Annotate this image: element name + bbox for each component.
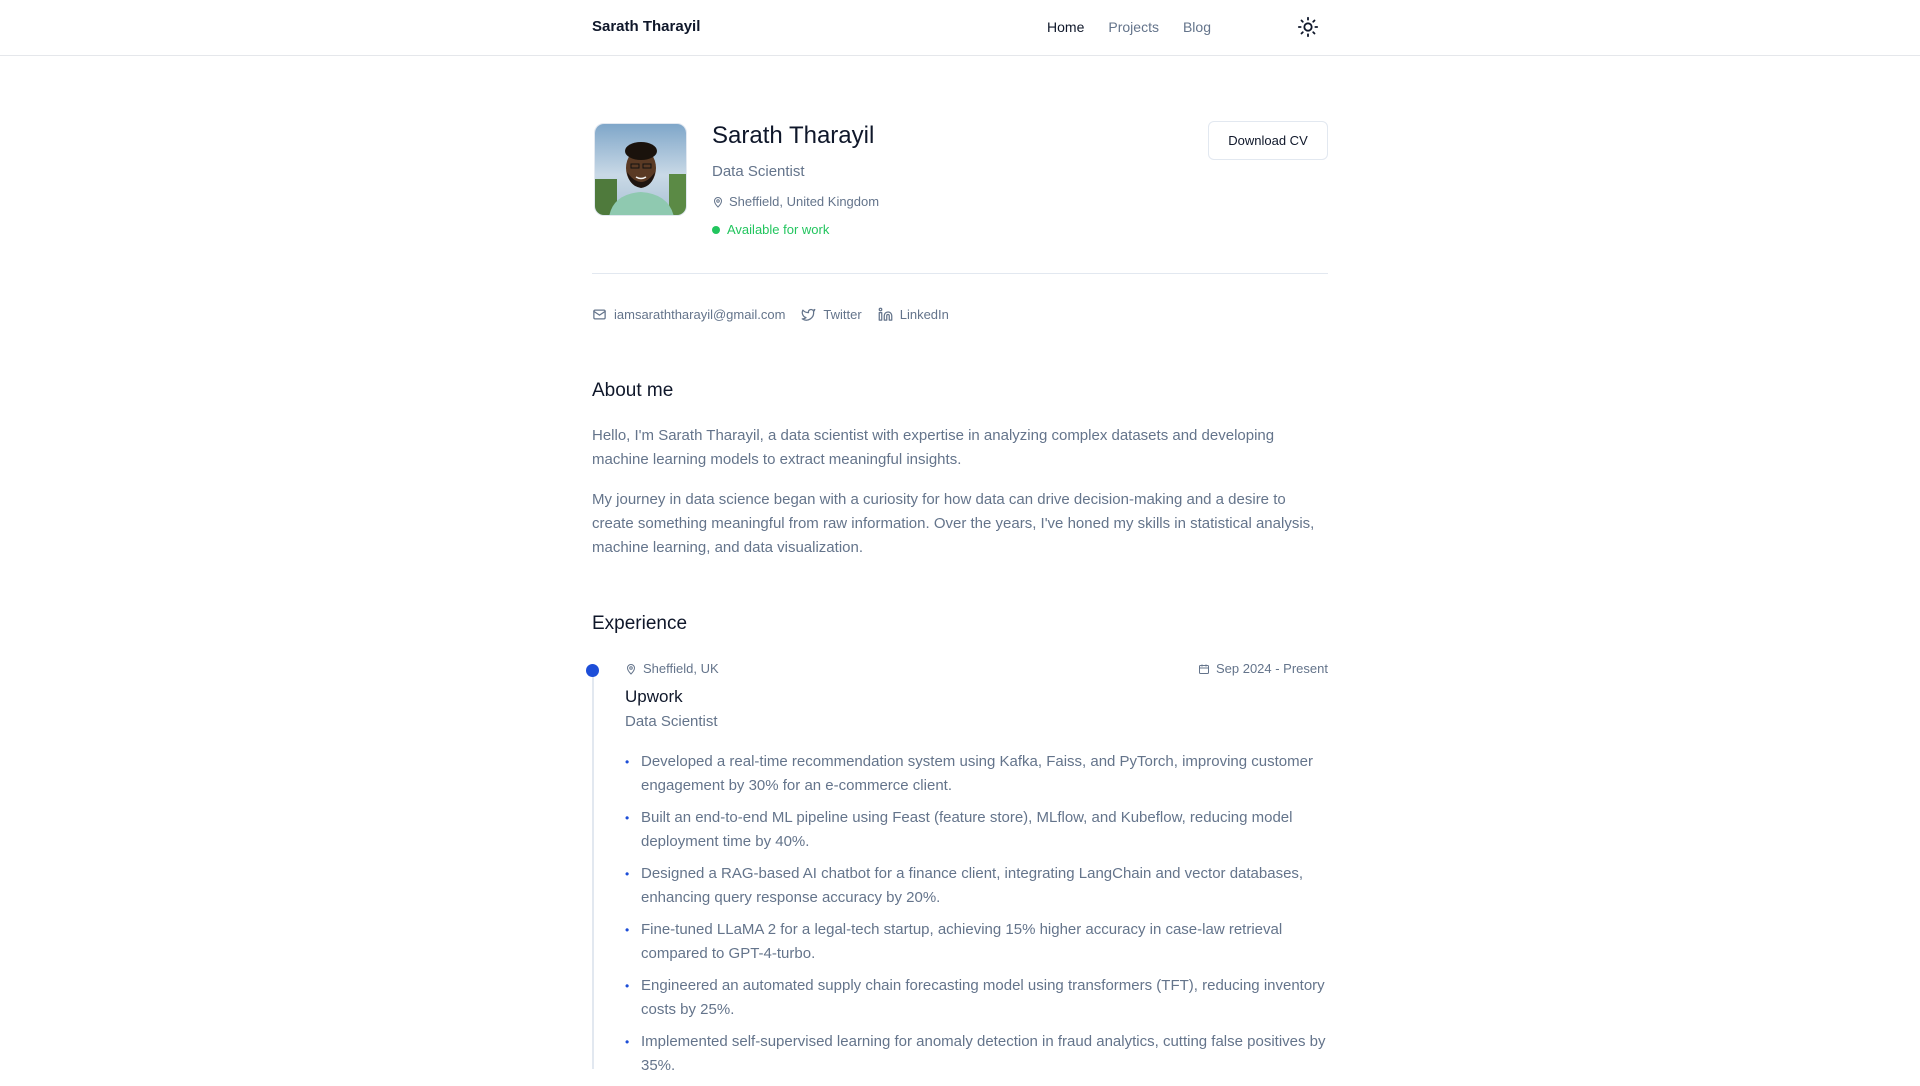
navbar-inner: Sarath Tharayil Home Projects Blog (592, 0, 1327, 56)
top-navbar: Sarath Tharayil Home Projects Blog (0, 0, 1920, 56)
profile-role: Data Scientist (712, 163, 805, 180)
list-item: • Engineered an automated supply chain fo… (625, 974, 1328, 1022)
profile-location-text: Sheffield, United Kingdom (729, 194, 880, 209)
bullet-icon: • (625, 1035, 630, 1049)
avatar (594, 123, 687, 216)
linkedin-icon (878, 307, 893, 321)
about-section: About me Hello, I'm Sarath Tharayil, a d… (592, 380, 1328, 560)
timeline-line (592, 669, 594, 1069)
profile-header: Sarath Tharayil Data Scientist Sheffield… (592, 56, 1328, 274)
twitter-text: Twitter (823, 307, 862, 322)
bullet-text: Engineered an automated supply chain for… (641, 977, 1325, 1018)
about-paragraph: My journey in data science began with a … (592, 491, 1315, 556)
bullet-icon: • (625, 867, 630, 881)
contact-links: iamsaraththarayil@gmail.com Twitter Link… (592, 274, 1328, 380)
download-cv-button[interactable]: Download CV (1208, 121, 1328, 160)
profile-name: Sarath Tharayil (712, 122, 875, 149)
status-badge: Available for work (712, 222, 829, 237)
list-item: • Fine-tuned LLaMA 2 for a legal-tech sta… (625, 918, 1328, 966)
theme-toggle-button[interactable] (1297, 16, 1319, 38)
job-entry: Sheffield, UK Sep 2024 - Present Upwork … (625, 661, 1328, 1078)
list-item: • Built an end-to-end ML pipeline using F… (625, 806, 1328, 854)
bullet-text: Implemented self-supervised learning for… (641, 1033, 1326, 1074)
about-paragraph: Hello, I'm Sarath Tharayil, a data scien… (592, 427, 1275, 468)
job-role: Data Scientist (625, 713, 718, 730)
status-text: Available for work (727, 222, 830, 237)
experience-timeline: Sheffield, UK Sep 2024 - Present Upwork … (586, 661, 1328, 1078)
experience-section: Experience Sheffield, UK Sep 2024 - Pres… (586, 613, 1328, 1078)
job-meta: Sheffield, UK Sep 2024 - Present (625, 661, 1328, 676)
experience-title: Experience (592, 613, 688, 634)
main-content: Sarath Tharayil Data Scientist Sheffield… (586, 56, 1328, 1086)
sun-icon (1297, 16, 1319, 38)
linkedin-text: LinkedIn (899, 307, 949, 322)
timeline-dot (586, 664, 599, 677)
nav-projects[interactable]: Projects (1108, 19, 1159, 35)
bullet-text: Developed a real-time recommendation sys… (641, 753, 1313, 794)
list-item: • Implemented self-supervised learning fo… (625, 1030, 1328, 1078)
job-location-text: Sheffield, UK (643, 661, 719, 676)
bullet-icon: • (625, 979, 630, 993)
bullet-icon: • (625, 755, 630, 769)
twitter-icon (802, 308, 816, 321)
job-dates-text: Sep 2024 - Present (1215, 661, 1328, 676)
bullet-icon: • (625, 923, 630, 937)
calendar-icon (1198, 664, 1209, 674)
email-link[interactable]: iamsaraththarayil@gmail.com (592, 307, 785, 322)
job-dates: Sep 2024 - Present (1198, 661, 1328, 676)
bullet-text: Fine-tuned LLaMA 2 for a legal-tech star… (641, 921, 1283, 962)
about-title: About me (592, 380, 674, 401)
bullet-text: Built an end-to-end ML pipeline using Fe… (641, 809, 1293, 850)
map-pin-icon (626, 663, 636, 675)
bullet-text: Designed a RAG-based AI chatbot for a fi… (641, 865, 1304, 906)
linkedin-link[interactable]: LinkedIn (878, 307, 949, 322)
mail-icon (593, 309, 606, 320)
site-brand[interactable]: Sarath Tharayil (592, 18, 700, 35)
map-pin-icon (713, 196, 723, 208)
status-dot-icon (712, 225, 720, 234)
list-item: • Developed a real-time recommendation sy… (625, 750, 1328, 798)
job-company: Upwork (625, 687, 683, 706)
job-location: Sheffield, UK (625, 661, 719, 676)
twitter-link[interactable]: Twitter (801, 307, 862, 322)
email-text: iamsaraththarayil@gmail.com (614, 307, 786, 322)
job-bullets: • Developed a real-time recommendation sy… (625, 750, 1328, 1078)
list-item: • Designed a RAG-based AI chatbot for a f… (625, 862, 1328, 910)
nav-blog[interactable]: Blog (1183, 19, 1211, 35)
main-nav: Home Projects Blog (1047, 19, 1211, 35)
profile-location: Sheffield, United Kingdom (712, 194, 879, 209)
nav-home[interactable]: Home (1047, 19, 1084, 35)
avatar-photo (595, 124, 686, 215)
bullet-icon: • (625, 811, 630, 825)
